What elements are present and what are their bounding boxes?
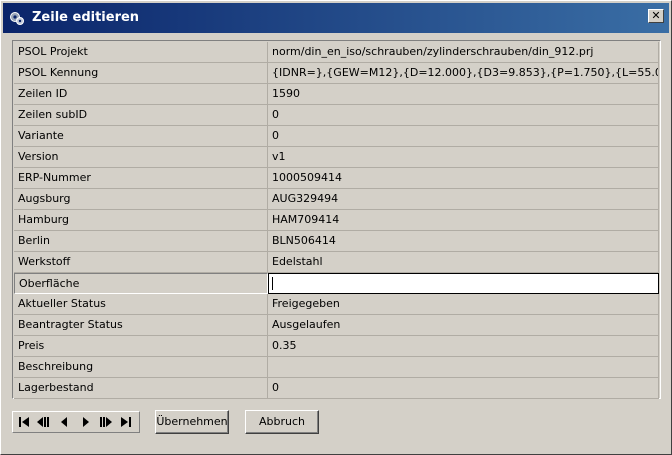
property-row: Hamburg HAM709414 xyxy=(14,210,659,231)
property-label: Werkstoff xyxy=(14,252,268,273)
property-row: Preis 0.35 xyxy=(14,336,659,357)
property-value[interactable]: HAM709414 xyxy=(268,210,659,231)
last-record-icon[interactable] xyxy=(117,414,135,430)
property-value-input[interactable] xyxy=(268,273,659,294)
property-row: Zeilen ID 1590 xyxy=(14,84,659,105)
property-row: Beschreibung xyxy=(14,357,659,378)
property-value[interactable]: norm/din_en_iso/schrauben/zylinderschrau… xyxy=(268,42,659,63)
edit-row-dialog: Zeile editieren ✕ PSOL Projekt norm/din_e… xyxy=(0,0,672,455)
property-row: Zeilen subID 0 xyxy=(14,105,659,126)
property-row: PSOL Kennung {IDNR=},{GEW=M12},{D=12.000}… xyxy=(14,63,659,84)
text-caret xyxy=(272,277,273,290)
property-value[interactable]: 0.35 xyxy=(268,336,659,357)
property-grid: PSOL Projekt norm/din_en_iso/schrauben/zy… xyxy=(12,40,661,399)
property-row: Variante 0 xyxy=(14,126,659,147)
property-label: PSOL Projekt xyxy=(14,42,268,63)
property-value[interactable]: AUG329494 xyxy=(268,189,659,210)
first-record-icon[interactable] xyxy=(15,414,33,430)
previous-page-icon[interactable] xyxy=(35,414,53,430)
property-label: Beschreibung xyxy=(14,357,268,378)
property-row: Berlin BLN506414 xyxy=(14,231,659,252)
property-value[interactable]: {IDNR=},{GEW=M12},{D=12.000},{D3=9.853},… xyxy=(268,63,659,84)
property-value[interactable]: 1000509414 xyxy=(268,168,659,189)
property-label: Zeilen subID xyxy=(14,105,268,126)
property-value[interactable]: v1 xyxy=(268,147,659,168)
property-label: Beantragter Status xyxy=(14,315,268,336)
property-label: Lagerbestand xyxy=(14,378,268,399)
property-value[interactable]: Edelstahl xyxy=(268,252,659,273)
window-title: Zeile editieren xyxy=(32,10,140,25)
property-row: Oberfläche xyxy=(14,273,659,294)
property-row: Beantragter Status Ausgelaufen xyxy=(14,315,659,336)
property-row: Version v1 xyxy=(14,147,659,168)
property-label: Variante xyxy=(14,126,268,147)
property-value[interactable] xyxy=(268,357,659,378)
property-label: Augsburg xyxy=(14,189,268,210)
property-label: Preis xyxy=(14,336,268,357)
title-bar[interactable]: Zeile editieren ✕ xyxy=(3,3,669,33)
property-label: Berlin xyxy=(14,231,268,252)
cancel-button[interactable]: Abbruch xyxy=(245,410,319,434)
next-record-icon[interactable] xyxy=(77,414,95,430)
property-value[interactable]: 1590 xyxy=(268,84,659,105)
property-value[interactable]: 0 xyxy=(268,105,659,126)
property-value[interactable]: 0 xyxy=(268,126,659,147)
property-label: Oberfläche xyxy=(14,273,268,294)
apply-button[interactable]: Übernehmen xyxy=(155,410,229,434)
property-row: Aktueller Status Freigegeben xyxy=(14,294,659,315)
property-row: ERP-Nummer 1000509414 xyxy=(14,168,659,189)
previous-record-icon[interactable] xyxy=(55,414,73,430)
property-row: Augsburg AUG329494 xyxy=(14,189,659,210)
property-label: Aktueller Status xyxy=(14,294,268,315)
property-row: Lagerbestand 0 xyxy=(14,378,659,399)
property-row: Werkstoff Edelstahl xyxy=(14,252,659,273)
next-page-icon[interactable] xyxy=(97,414,115,430)
property-label: Version xyxy=(14,147,268,168)
close-button[interactable]: ✕ xyxy=(648,9,664,23)
record-navigator xyxy=(12,411,140,433)
property-value[interactable]: 0 xyxy=(268,378,659,399)
property-label: Zeilen ID xyxy=(14,84,268,105)
property-label: Hamburg xyxy=(14,210,268,231)
property-value[interactable]: Ausgelaufen xyxy=(268,315,659,336)
property-value[interactable]: Freigegeben xyxy=(268,294,659,315)
property-label: ERP-Nummer xyxy=(14,168,268,189)
property-grid-rows: PSOL Projekt norm/din_en_iso/schrauben/zy… xyxy=(14,42,659,399)
app-gear-icon xyxy=(10,12,24,25)
property-value[interactable]: BLN506414 xyxy=(268,231,659,252)
property-label: PSOL Kennung xyxy=(14,63,268,84)
property-row: PSOL Projekt norm/din_en_iso/schrauben/zy… xyxy=(14,42,659,63)
